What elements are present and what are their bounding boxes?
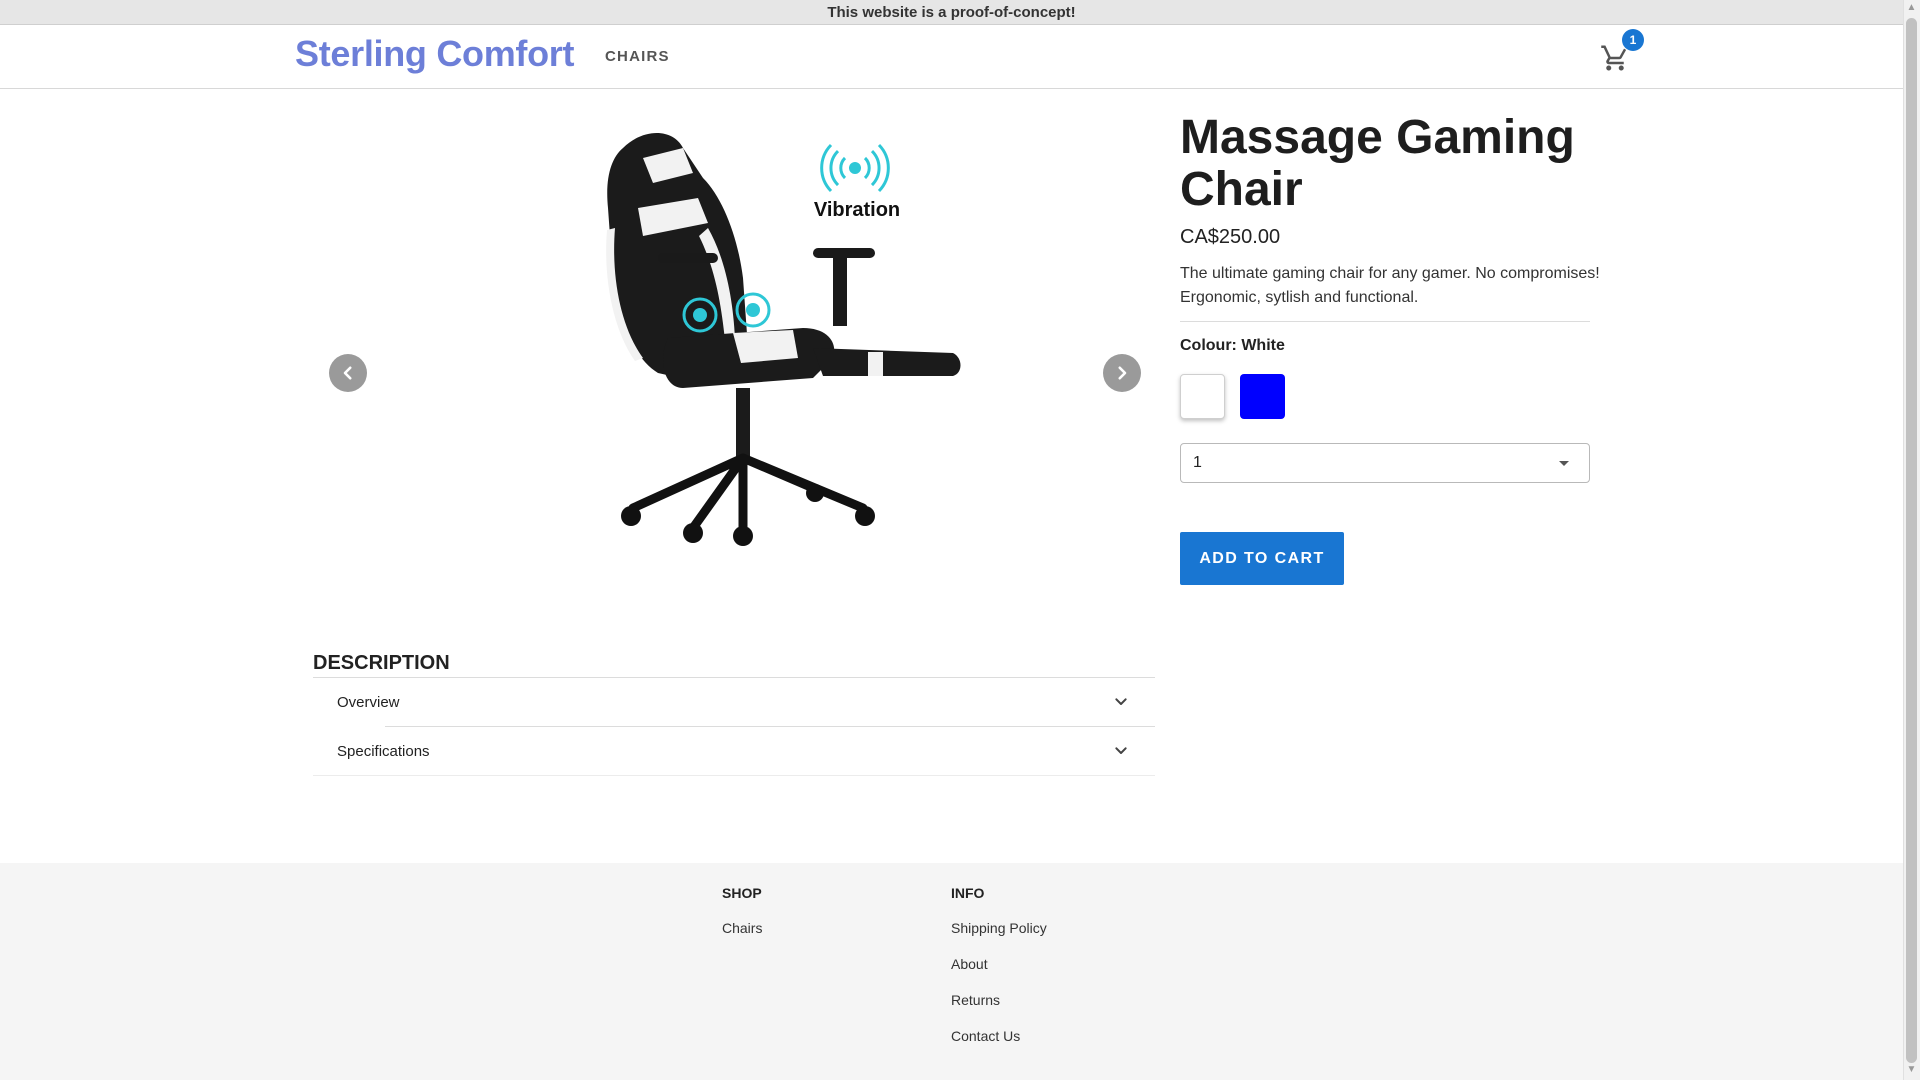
site-logo[interactable]: Sterling Comfort [295, 33, 575, 75]
chevron-left-icon [343, 366, 352, 380]
carousel-next-button[interactable] [1103, 354, 1141, 392]
scrollbar-thumb[interactable] [1906, 18, 1917, 1063]
chevron-right-icon [1118, 366, 1127, 380]
divider [1180, 321, 1590, 322]
chevron-down-icon [1115, 698, 1127, 705]
chevron-down-icon [1115, 747, 1127, 754]
product-image-carousel: Vibration [313, 108, 1153, 628]
accordion-specifications[interactable]: Specifications [313, 727, 1155, 775]
product-price: CA$250.00 [1180, 226, 1281, 248]
footer-info-heading: INFO [951, 885, 985, 901]
cart-count-badge: 1 [1622, 29, 1644, 51]
proof-of-concept-banner: This website is a proof-of-concept! [0, 0, 1903, 25]
footer-link-returns[interactable]: Returns [951, 992, 1000, 1008]
colour-swatch-white[interactable] [1180, 374, 1225, 419]
footer-shop-heading: SHOP [722, 885, 762, 901]
scroll-down-icon[interactable]: ▼ [1905, 1064, 1918, 1078]
divider [313, 775, 1155, 776]
colour-swatch-blue[interactable] [1240, 374, 1285, 419]
add-to-cart-button[interactable]: ADD TO CART [1180, 532, 1344, 585]
footer-link-chairs[interactable]: Chairs [722, 920, 762, 936]
dropdown-arrow-icon [1559, 461, 1569, 466]
accordion-specifications-label: Specifications [337, 742, 430, 760]
carousel-prev-button[interactable] [329, 354, 367, 392]
vibration-badge-text: Vibration [814, 199, 900, 221]
product-title: Massage Gaming Chair [1180, 111, 1575, 216]
colour-label: Colour: White [1180, 337, 1285, 354]
product-image: Vibration [606, 133, 961, 546]
site-footer: SHOP Chairs INFO Shipping Policy About R… [0, 863, 1903, 1080]
description-heading: DESCRIPTION [313, 652, 450, 674]
scroll-up-icon[interactable]: ▲ [1905, 2, 1918, 16]
quantity-select[interactable]: 1 [1180, 443, 1590, 483]
banner-text: This website is a proof-of-concept! [827, 3, 1076, 21]
footer-link-shipping-policy[interactable]: Shipping Policy [951, 920, 1047, 936]
footer-link-contact-us[interactable]: Contact Us [951, 1028, 1020, 1044]
accordion-overview[interactable]: Overview [313, 678, 1155, 726]
footer-link-about[interactable]: About [951, 956, 988, 972]
product-blurb: The ultimate gaming chair for any gamer.… [1180, 265, 1600, 306]
site-header: Sterling Comfort CHAIRS 1 [0, 25, 1903, 89]
accordion-overview-label: Overview [337, 693, 400, 711]
vibration-icon [820, 143, 890, 193]
nav-chairs-link[interactable]: CHAIRS [605, 48, 670, 65]
quantity-value: 1 [1193, 454, 1202, 471]
